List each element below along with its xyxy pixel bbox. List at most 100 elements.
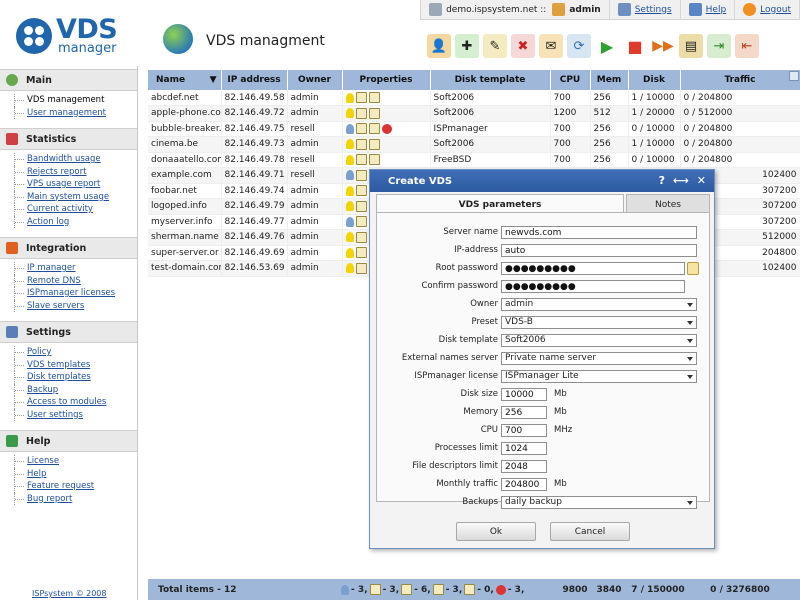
root-password-input[interactable]: [501, 262, 685, 275]
sidebar-item-backup[interactable]: Backup: [14, 383, 137, 396]
cell-ip: 82.146.49.77: [221, 214, 288, 230]
table-row[interactable]: apple-phone.com82.146.49.72admin Soft2006…: [148, 105, 800, 122]
table-row[interactable]: abcdef.net 82.146.49.58 admin Soft2006 700 25…: [148, 90, 800, 106]
cell-name: donaaatello.com: [148, 152, 222, 168]
status-icon: [368, 92, 380, 103]
sidebar-item-license[interactable]: License: [14, 455, 137, 468]
sidebar-item-user-management[interactable]: User management: [14, 106, 137, 119]
logout-link-wrap[interactable]: Logout: [735, 0, 800, 20]
close-icon[interactable]: ✕: [697, 174, 706, 187]
sidebar-item-access-to-modules[interactable]: Access to modules: [14, 396, 137, 409]
col-ip[interactable]: IP address: [221, 70, 288, 90]
sidebar-item-ip-manager[interactable]: IP manager: [14, 262, 137, 275]
col-disk[interactable]: Disk: [628, 70, 681, 90]
help-link-wrap[interactable]: Help: [681, 0, 736, 20]
col-mem[interactable]: Mem: [590, 70, 629, 90]
refresh-icon[interactable]: ⟳: [567, 34, 591, 58]
disk-icon[interactable]: ▤: [679, 34, 703, 58]
help-icon[interactable]: ?: [659, 174, 665, 187]
sidebar-item-action-log[interactable]: Action log: [14, 215, 137, 228]
new-icon[interactable]: ✚: [455, 34, 479, 58]
sidebar-item-policy[interactable]: Policy: [14, 346, 137, 359]
sidebar-item-rejects-report[interactable]: Rejects report: [14, 165, 137, 178]
col-properties[interactable]: Properties: [342, 70, 431, 90]
cell-owner: admin: [287, 90, 343, 106]
grid-settings-icon[interactable]: [789, 71, 799, 81]
tab-notes[interactable]: Notes: [626, 194, 710, 214]
sidebar-item-disk-templates[interactable]: Disk templates: [14, 371, 137, 384]
sidebar-item-feature-request[interactable]: Feature request: [14, 480, 137, 493]
sidebar-item-vds-management[interactable]: VDS management: [14, 94, 137, 107]
backups-select[interactable]: daily backup: [501, 496, 697, 509]
stop-icon[interactable]: ■: [623, 34, 647, 58]
table-row[interactable]: bubble-breaker. 82.146.49.75 resell ISPmana…: [148, 121, 800, 137]
edit-icon[interactable]: ✎: [483, 34, 507, 58]
start-icon[interactable]: ▶: [595, 34, 619, 58]
cell-disk: 1 / 10000: [628, 136, 681, 153]
vdsmanager-logo[interactable]: VDS manager: [16, 14, 126, 60]
sidebar-item-vps-usage-report[interactable]: VPS usage report: [14, 178, 137, 191]
sidebar-heading-help[interactable]: Help: [0, 430, 137, 452]
sidebar-heading-statistics[interactable]: Statistics: [0, 128, 137, 150]
disk-size-input[interactable]: [501, 388, 547, 401]
add-user-icon[interactable]: 👤: [427, 34, 451, 58]
cell-name: logoped.info: [148, 198, 222, 215]
resize-icon[interactable]: ⟷: [673, 174, 689, 187]
bulb-on-icon: [345, 139, 354, 150]
col-cpu[interactable]: CPU: [550, 70, 591, 90]
logout-link[interactable]: Logout: [760, 5, 791, 15]
disk-template-select[interactable]: Soft2006: [501, 334, 697, 347]
status-icon: [355, 231, 367, 243]
sidebar-heading-main[interactable]: Main: [0, 69, 137, 91]
status-icon: [368, 107, 380, 119]
sidebar-heading-settings[interactable]: Settings: [0, 321, 137, 343]
sidebar-item-help[interactable]: Help: [14, 467, 137, 480]
col-disk-template[interactable]: Disk template: [430, 70, 551, 90]
settings-link[interactable]: Settings: [635, 5, 672, 15]
sidebar-item-main-system-usage[interactable]: Main system usage: [14, 190, 137, 203]
cell-name: bubble-breaker.: [148, 121, 222, 137]
preset-select[interactable]: VDS-B: [501, 316, 697, 329]
settings-link-wrap[interactable]: Settings: [610, 0, 681, 20]
cell-name: apple-phone.com: [148, 105, 222, 122]
col-name[interactable]: Name ▼: [148, 70, 222, 90]
server-name-input[interactable]: [501, 226, 697, 239]
cell-ip: 82.146.49.79: [221, 198, 288, 215]
processes-limit-input[interactable]: [501, 442, 547, 455]
restart-icon[interactable]: ▶▶: [651, 34, 675, 58]
confirm-password-input[interactable]: [501, 280, 685, 293]
external-ns-select[interactable]: Private name server: [501, 352, 697, 365]
ip-address-input[interactable]: [501, 244, 697, 257]
cell-owner: admin: [287, 136, 343, 153]
export-icon[interactable]: ⇤: [735, 34, 759, 58]
ok-button[interactable]: Ok: [456, 522, 536, 541]
cpu-input[interactable]: [501, 424, 547, 437]
cell-disk: 1 / 10000: [628, 90, 681, 106]
generate-password-icon[interactable]: [687, 262, 699, 275]
dialog-titlebar[interactable]: Create VDS ? ⟷ ✕: [370, 170, 714, 192]
copyright-link[interactable]: ISPsystem © 2008: [32, 589, 107, 598]
col-traffic[interactable]: Traffic: [680, 70, 800, 90]
cancel-button[interactable]: Cancel: [550, 522, 630, 541]
sidebar-item-bandwidth-usage[interactable]: Bandwidth usage: [14, 153, 137, 166]
sidebar-item-slave-servers[interactable]: Slave servers: [14, 299, 137, 312]
import-icon[interactable]: ⇥: [707, 34, 731, 58]
ispmanager-license-select[interactable]: ISPmanager Lite: [501, 370, 697, 383]
monthly-traffic-input[interactable]: [501, 478, 547, 491]
sidebar-item-remote-dns[interactable]: Remote DNS: [14, 274, 137, 287]
sidebar-item-ispmanager-licenses[interactable]: ISPmanager licenses: [14, 287, 137, 300]
delete-icon[interactable]: ✖: [511, 34, 535, 58]
sidebar-item-user-settings[interactable]: User settings: [14, 408, 137, 421]
mail-icon[interactable]: ✉: [539, 34, 563, 58]
sidebar-item-vds-templates[interactable]: VDS templates: [14, 358, 137, 371]
table-row[interactable]: cinema.be 82.146.49.73 admin Soft2006 700 256…: [148, 136, 800, 153]
col-owner[interactable]: Owner: [287, 70, 343, 90]
memory-input[interactable]: [501, 406, 547, 419]
sidebar-item-current-activity[interactable]: Current activity: [14, 203, 137, 216]
sidebar-heading-integration[interactable]: Integration: [0, 237, 137, 259]
table-row[interactable]: donaaatello.com 82.146.49.78 resell FreeBSD…: [148, 152, 800, 168]
fd-limit-input[interactable]: [501, 460, 547, 473]
owner-select[interactable]: admin: [501, 298, 697, 311]
help-link[interactable]: Help: [706, 5, 727, 15]
sidebar-item-bug-report[interactable]: Bug report: [14, 492, 137, 505]
